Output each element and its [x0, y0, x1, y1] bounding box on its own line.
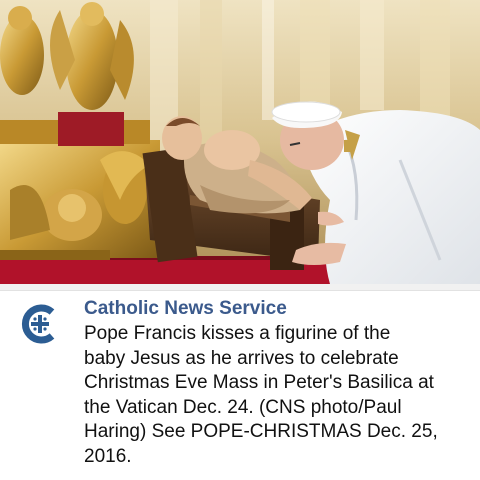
caption-line: 2016. [84, 445, 132, 467]
caption-line: Haring) See POPE-CHRISTMAS Dec. 25, [84, 421, 438, 442]
caption-line: Pope Francis kisses a figurine of the [84, 323, 391, 344]
news-post: Catholic News Service Pope Francis kisse… [0, 284, 480, 480]
source-name[interactable]: Catholic News Service [84, 298, 287, 320]
caption-line: baby Jesus as he arrives to celebrate [84, 347, 399, 369]
photo-caption: Pope Francis kisses a figurine of the ba… [84, 322, 474, 469]
cns-logo-icon[interactable] [20, 304, 60, 344]
caption-line: the Vatican Dec. 24. (CNS photo/Paul [84, 396, 402, 418]
news-photo[interactable] [0, 0, 480, 284]
caption-line: Christmas Eve Mass in Peter's Basilica a… [84, 372, 434, 393]
divider [0, 284, 480, 291]
